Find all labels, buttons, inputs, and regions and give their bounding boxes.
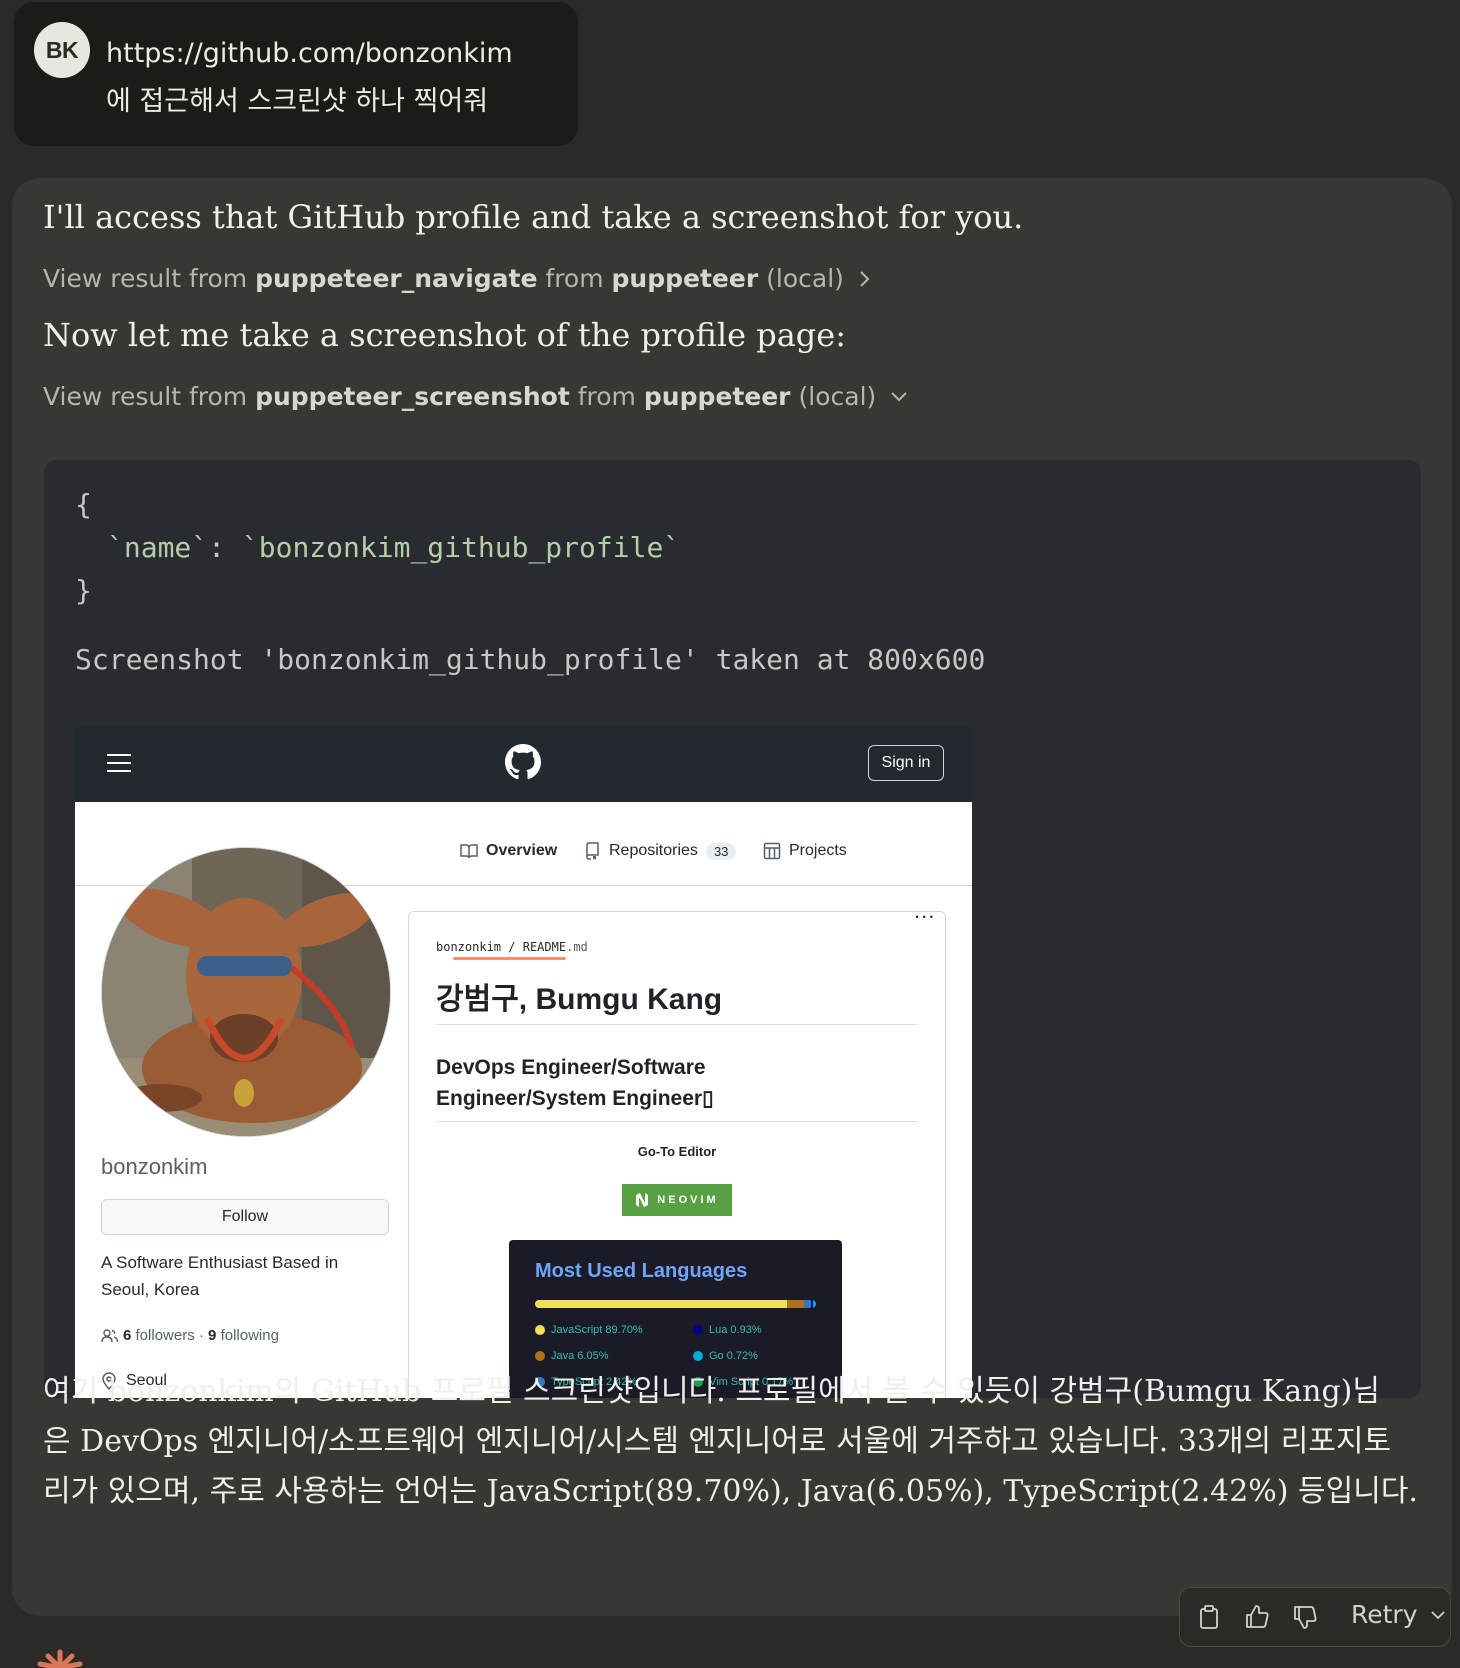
tab-label: Repositories — [609, 842, 698, 860]
profile-bio: A Software Enthusiast Based in Seoul, Ko… — [101, 1249, 381, 1303]
language-bar-segment — [535, 1300, 787, 1308]
goto-editor-label: Go-To Editor — [409, 1144, 945, 1159]
user-message-line-1: https://github.com/bonzonkim — [106, 30, 513, 78]
retry-button[interactable]: Retry — [1351, 1600, 1446, 1629]
language-item: Lua 0.93% — [693, 1324, 762, 1336]
readme-owner[interactable]: bonzonkim — [436, 940, 501, 954]
language-label: Java 6.05% — [551, 1350, 608, 1362]
follow-button[interactable]: Follow — [101, 1199, 389, 1235]
profile-avatar — [101, 847, 391, 1137]
divider — [436, 1024, 917, 1025]
user-message: BK https://github.com/bonzonkim 에 접근해서 스… — [14, 2, 578, 146]
tool-result-navigate[interactable]: View result from puppeteer_navigate from… — [43, 264, 872, 293]
language-label: Go 0.72% — [709, 1350, 758, 1362]
language-bar-segment — [787, 1300, 804, 1308]
readme-subtitle: DevOps Engineer/Software Engineer/System… — [436, 1052, 856, 1114]
language-color-dot — [535, 1325, 545, 1335]
tab-overview[interactable]: Overview — [460, 842, 557, 860]
sign-in-button[interactable]: Sign in — [868, 745, 944, 781]
language-item: Java 6.05% — [535, 1350, 608, 1362]
chevron-down-icon — [1430, 1609, 1446, 1621]
divider — [436, 1121, 917, 1122]
tool-mid: from — [578, 382, 636, 411]
thumbs-down-icon[interactable] — [1292, 1604, 1318, 1630]
retry-label: Retry — [1351, 1600, 1418, 1629]
calf-photo — [102, 848, 390, 1136]
language-color-dot — [693, 1325, 703, 1335]
tool-mid: from — [545, 264, 603, 293]
tool-suffix: (local) — [766, 264, 844, 293]
assistant-middle-text: Now let me take a screenshot of the prof… — [43, 316, 846, 354]
copy-icon[interactable] — [1196, 1604, 1222, 1630]
follow-stats: 6 followers · 9 following — [101, 1327, 279, 1344]
table-icon — [763, 842, 781, 860]
github-header: Sign in — [75, 726, 972, 802]
message-actions: Retry — [1179, 1587, 1451, 1647]
code-open-brace: { — [75, 488, 92, 521]
code-value: `bonzonkim_github_profile` — [242, 531, 680, 564]
tool-server: puppeteer — [644, 382, 791, 411]
chevron-right-icon — [858, 270, 872, 288]
tool-result-screenshot[interactable]: View result from puppeteer_screenshot fr… — [43, 382, 908, 411]
readme-card: bonzonkim / README.md 강범구, Bumgu Kang De… — [408, 911, 946, 1398]
tab-repositories[interactable]: Repositories 33 — [585, 842, 736, 860]
summary-line-3: 리가 있으며, 주로 사용하는 언어는 JavaScript(89.70%), … — [43, 1466, 1418, 1510]
tool-server: puppeteer — [612, 264, 759, 293]
stats-separator: · — [199, 1327, 204, 1344]
neovim-logo-icon — [635, 1192, 649, 1208]
github-logo-icon — [505, 744, 541, 780]
language-item: JavaScript 89.70% — [535, 1324, 643, 1336]
github-screenshot: Sign in Overview Repositories 33 Project… — [75, 726, 972, 1398]
assistant-message: I'll access that GitHub profile and take… — [12, 178, 1452, 1616]
followers-count[interactable]: 6 — [123, 1327, 131, 1344]
language-item: Go 0.72% — [693, 1350, 758, 1362]
following-label[interactable]: following — [221, 1327, 279, 1344]
tool-prefix: View result from — [43, 264, 247, 293]
people-icon — [101, 1329, 119, 1343]
user-message-text: https://github.com/bonzonkim 에 접근해서 스크린샷… — [106, 30, 513, 126]
summary-line-2: 은 DevOps 엔지니어/소프트웨어 엔지니어/시스템 엔지니어로 서울에 거… — [43, 1416, 1391, 1460]
languages-title: Most Used Languages — [535, 1260, 747, 1283]
languages-progress-bar — [535, 1300, 816, 1308]
readme-path: bonzonkim / README.md — [436, 940, 588, 954]
chevron-down-icon — [890, 390, 908, 404]
language-bar-segment — [804, 1300, 811, 1308]
tool-result-text: Screenshot 'bonzonkim_github_profile' ta… — [75, 643, 985, 676]
claude-logo-icon — [30, 1648, 90, 1668]
menu-icon — [107, 754, 131, 772]
readme-ext: .md — [566, 940, 588, 954]
code-close-brace: } — [75, 574, 92, 607]
repo-icon — [585, 842, 601, 860]
language-color-dot — [693, 1351, 703, 1361]
assistant-intro-text: I'll access that GitHub profile and take… — [43, 198, 1023, 236]
followers-label[interactable]: followers — [136, 1327, 195, 1344]
tool-name: puppeteer_screenshot — [255, 382, 570, 411]
code-param-line: `name`: `bonzonkim_github_profile` — [107, 531, 680, 564]
tool-name: puppeteer_navigate — [255, 264, 537, 293]
readme-slash: / — [508, 940, 515, 954]
readme-title: 강범구, Bumgu Kang — [436, 974, 722, 1018]
language-label: Lua 0.93% — [709, 1324, 762, 1336]
following-count[interactable]: 9 — [208, 1327, 216, 1344]
repo-count-badge: 33 — [706, 843, 736, 860]
language-color-dot — [535, 1351, 545, 1361]
code-key: `name` — [107, 531, 208, 564]
user-message-line-2: 에 접근해서 스크린샷 하나 찍어줘 — [106, 78, 513, 126]
thumbs-up-icon[interactable] — [1244, 1604, 1270, 1630]
book-icon — [460, 843, 478, 859]
tool-suffix: (local) — [799, 382, 877, 411]
tool-prefix: View result from — [43, 382, 247, 411]
profile-username: bonzonkim — [101, 1154, 207, 1180]
neovim-badge: NEOVIM — [622, 1184, 732, 1216]
language-label: JavaScript 89.70% — [551, 1324, 643, 1336]
summary-line-1: 여기 bonzonkim의 GitHub 프로필 스크린샷입니다. 프로필에서 … — [43, 1366, 1380, 1410]
tab-projects[interactable]: Projects — [763, 842, 847, 860]
tab-label: Overview — [486, 842, 557, 860]
readme-file[interactable]: README — [523, 940, 566, 954]
code-sep: : — [208, 531, 242, 564]
user-avatar: BK — [34, 22, 90, 78]
tool-output-block: { `name`: `bonzonkim_github_profile` } S… — [44, 460, 1421, 1398]
tab-label: Projects — [789, 842, 847, 860]
neovim-badge-label: NEOVIM — [657, 1194, 718, 1206]
